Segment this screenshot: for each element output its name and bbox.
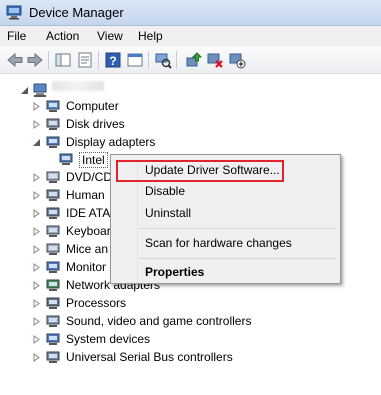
tree-node-label[interactable]: Processors	[66, 296, 126, 310]
collapse-arrow-icon[interactable]	[32, 138, 41, 147]
update-driver-icon[interactable]	[184, 51, 202, 69]
computer-icon	[46, 100, 60, 112]
computer-name-redacted	[52, 81, 104, 91]
update-driver-software-item[interactable]: Update Driver Software...	[145, 163, 280, 177]
tree-node-label[interactable]: Display adapters	[66, 135, 155, 149]
tree-node-label[interactable]: IDE ATA	[66, 206, 110, 220]
hid-icon	[46, 189, 60, 201]
network-adapter-icon	[46, 279, 60, 291]
toolbar-separator	[176, 51, 177, 69]
display-adapter-icon	[46, 136, 60, 148]
console-icon[interactable]	[126, 51, 144, 69]
expand-arrow-icon[interactable]	[32, 353, 41, 362]
expand-arrow-icon[interactable]	[32, 227, 41, 236]
properties-icon[interactable]	[76, 51, 94, 69]
toolbar-separator	[98, 51, 99, 69]
menu-separator	[139, 228, 337, 229]
expand-arrow-icon[interactable]	[32, 263, 41, 272]
expand-arrow-icon[interactable]	[32, 317, 41, 326]
tree-node-label[interactable]: Mice an	[66, 242, 108, 256]
menu-file[interactable]: File	[7, 29, 26, 43]
title-bar: Device Manager	[0, 0, 381, 26]
tree-node-label[interactable]: Keyboar	[66, 224, 111, 238]
disable-icon[interactable]	[228, 51, 246, 69]
tree-node-label[interactable]: Monitor	[66, 260, 106, 274]
context-menu: Update Driver Software... Disable Uninst…	[110, 154, 341, 284]
scan-hardware-icon[interactable]	[154, 51, 172, 69]
toolbar-separator	[48, 51, 49, 69]
display-adapter-icon	[59, 153, 73, 165]
tree-node-label[interactable]: Disk drives	[66, 117, 125, 131]
device-manager-icon	[6, 5, 22, 20]
menu-help[interactable]: Help	[138, 29, 163, 43]
expand-arrow-icon[interactable]	[32, 191, 41, 200]
expand-arrow-icon[interactable]	[32, 209, 41, 218]
help-icon[interactable]: ?	[104, 51, 122, 69]
expand-arrow-icon[interactable]	[32, 299, 41, 308]
system-devices-icon	[46, 333, 60, 345]
disk-drive-icon	[46, 118, 60, 130]
back-arrow-icon[interactable]	[6, 51, 24, 69]
svg-text:?: ?	[109, 54, 116, 68]
selected-device-label[interactable]: Intel	[79, 152, 108, 168]
keyboard-icon	[46, 225, 60, 237]
collapse-arrow-icon[interactable]	[20, 86, 29, 95]
toolbar: ?	[0, 46, 381, 74]
sound-icon	[46, 315, 60, 327]
tree-node-label[interactable]: Computer	[66, 99, 119, 113]
window-title: Device Manager	[29, 5, 124, 20]
expand-arrow-icon[interactable]	[32, 120, 41, 129]
expand-arrow-icon[interactable]	[32, 245, 41, 254]
expand-arrow-icon[interactable]	[32, 281, 41, 290]
menu-action[interactable]: Action	[46, 29, 79, 43]
processor-icon	[46, 297, 60, 309]
monitor-icon	[46, 261, 60, 273]
usb-icon	[46, 351, 60, 363]
ide-icon	[46, 207, 60, 219]
expand-arrow-icon[interactable]	[32, 102, 41, 111]
forward-arrow-icon[interactable]	[26, 51, 44, 69]
properties-item[interactable]: Properties	[145, 265, 204, 279]
mouse-icon	[46, 243, 60, 255]
expand-arrow-icon[interactable]	[32, 173, 41, 182]
tree-node-label[interactable]: Human	[66, 188, 105, 202]
tree-node-label[interactable]: Sound, video and game controllers	[66, 314, 251, 328]
menu-bar: File Action View Help	[0, 26, 381, 46]
scan-hardware-changes-item[interactable]: Scan for hardware changes	[145, 236, 292, 250]
tree-node-label[interactable]: System devices	[66, 332, 150, 346]
computer-root-icon	[33, 83, 47, 97]
tree-node-label[interactable]: Universal Serial Bus controllers	[66, 350, 233, 364]
uninstall-item[interactable]: Uninstall	[145, 206, 191, 220]
menu-view[interactable]: View	[97, 29, 123, 43]
uninstall-icon[interactable]	[206, 51, 224, 69]
menu-separator	[139, 258, 337, 259]
dvd-icon	[46, 171, 60, 183]
disable-item[interactable]: Disable	[145, 184, 185, 198]
tree-node-label[interactable]: DVD/CD	[66, 170, 112, 184]
toolbar-separator	[148, 51, 149, 69]
show-hide-console-tree-icon[interactable]	[54, 51, 72, 69]
expand-arrow-icon[interactable]	[32, 335, 41, 344]
